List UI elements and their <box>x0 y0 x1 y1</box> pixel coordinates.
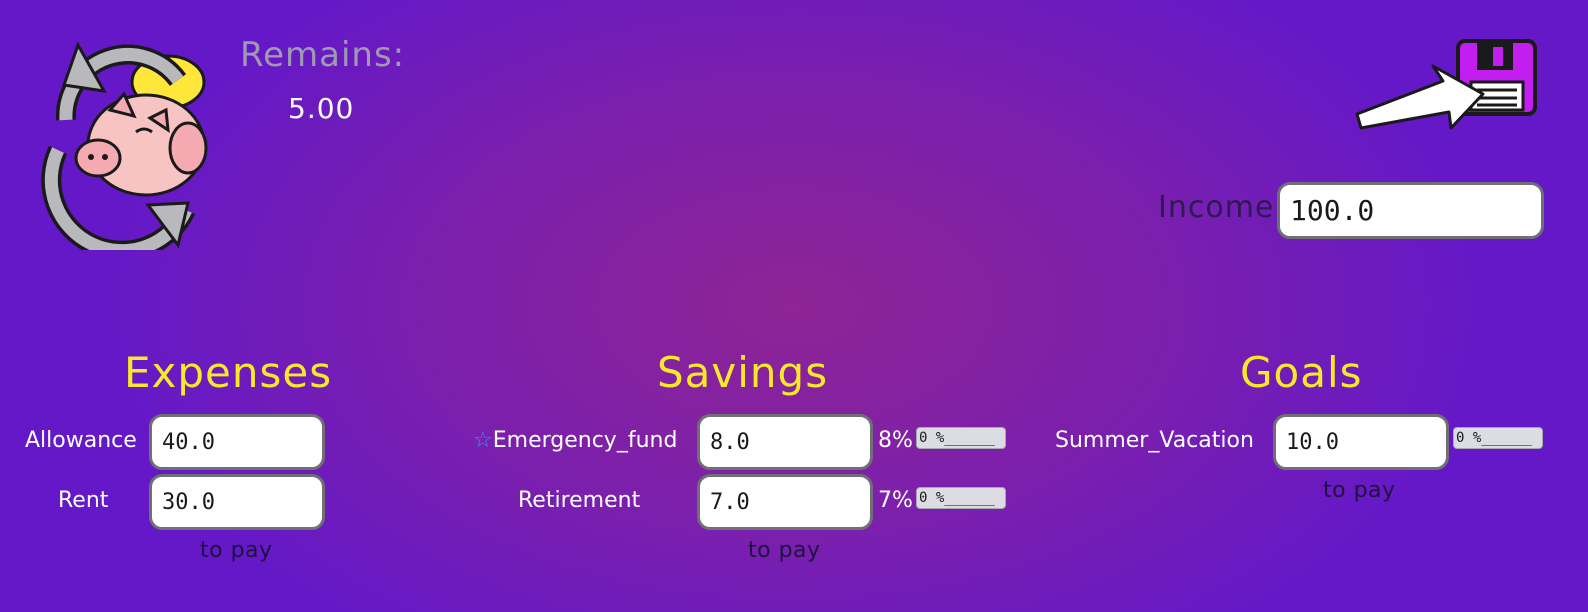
saving-label-emergency-fund: ☆Emergency_fund <box>473 428 677 453</box>
income-label: Income <box>1158 190 1275 225</box>
goal-field-summer-vacation[interactable] <box>1273 414 1449 470</box>
save-button[interactable] <box>1355 38 1540 133</box>
saving-progress-emergency-fund: 0 %______ <box>916 427 1006 449</box>
expenses-title: Expenses <box>124 348 333 397</box>
savings-to-pay: to pay <box>748 538 821 563</box>
expense-label-allowance: Allowance <box>25 428 137 453</box>
star-icon[interactable]: ☆ <box>473 428 493 453</box>
floppy-disk-icon <box>1355 39 1537 130</box>
saving-percent-emergency-fund: 8% <box>878 428 913 453</box>
income-field[interactable] <box>1277 182 1544 239</box>
expense-field-allowance[interactable] <box>149 414 325 470</box>
expenses-to-pay: to pay <box>200 538 273 563</box>
savings-title: Savings <box>657 348 829 397</box>
progress-text: 0 %______ <box>919 430 995 446</box>
remains-label: Remains: <box>240 35 406 75</box>
progress-text: 0 %______ <box>919 490 995 506</box>
goals-title: Goals <box>1240 348 1363 397</box>
goal-progress-summer-vacation: 0 %______ <box>1453 427 1543 449</box>
saving-progress-retirement: 0 %______ <box>916 487 1006 509</box>
saving-label-text: Emergency_fund <box>492 428 678 453</box>
expense-field-rent[interactable] <box>149 474 325 530</box>
saving-percent-retirement: 7% <box>878 488 913 513</box>
progress-text: 0 %______ <box>1456 430 1532 446</box>
saving-label-retirement: Retirement <box>518 488 641 513</box>
goal-label-summer-vacation: Summer_Vacation <box>1055 428 1254 453</box>
goals-to-pay: to pay <box>1323 478 1396 503</box>
saving-field-emergency-fund[interactable] <box>697 414 873 470</box>
expense-label-rent: Rent <box>58 488 109 513</box>
pig-cycle-logo <box>38 40 213 261</box>
saving-field-retirement[interactable] <box>697 474 873 530</box>
remains-value: 5.00 <box>288 92 355 125</box>
